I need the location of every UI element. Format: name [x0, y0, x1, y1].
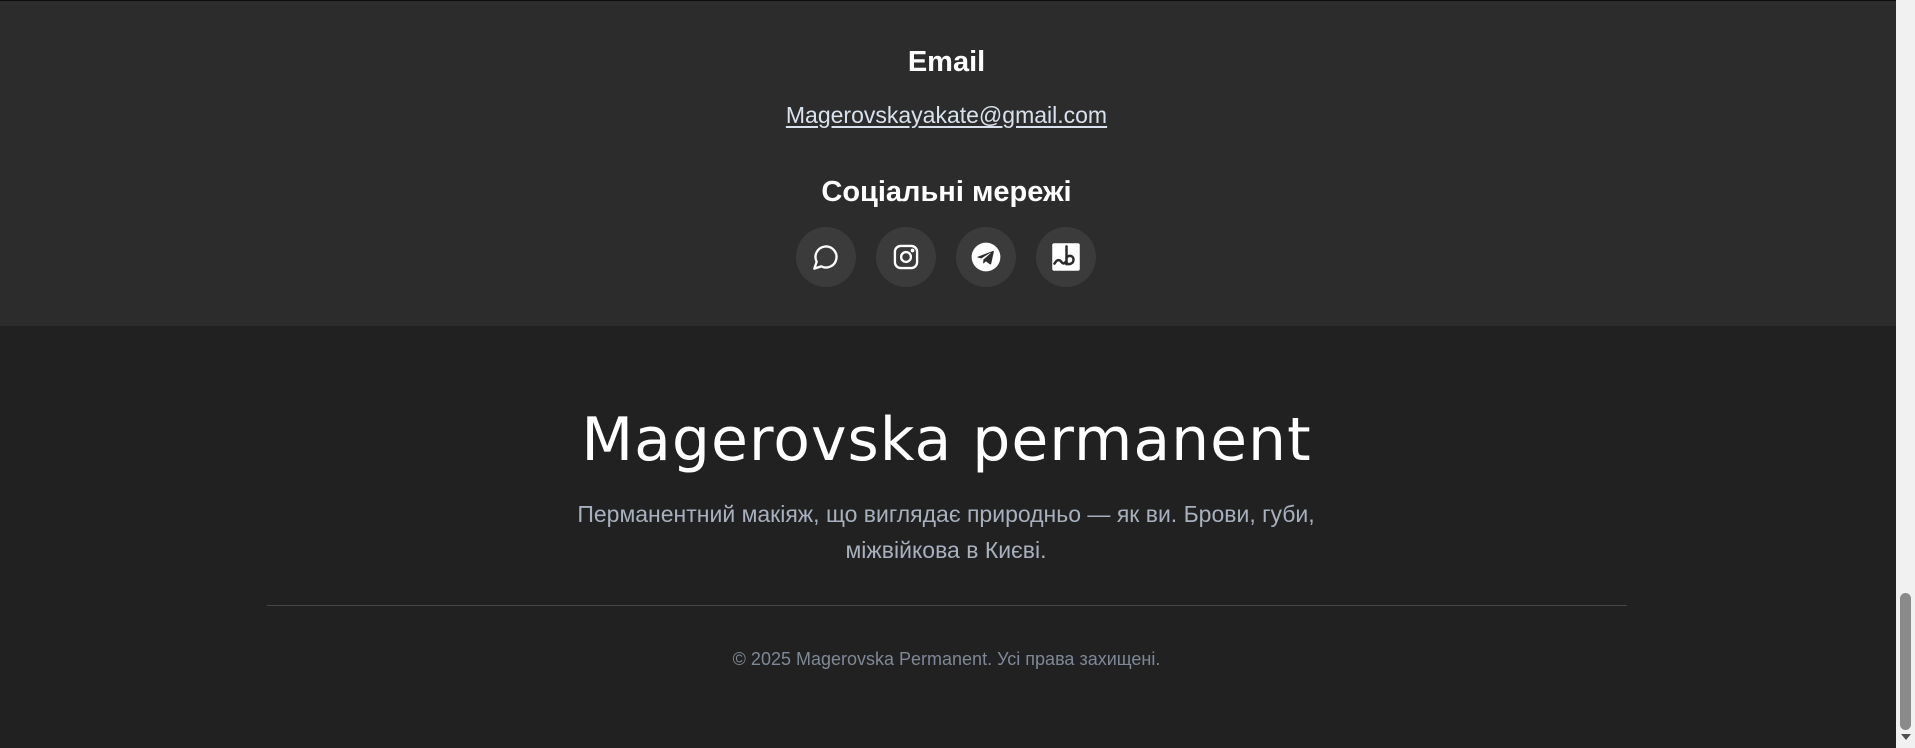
instagram-icon — [892, 243, 920, 271]
footer-brand-title: Magerovska permanent — [581, 405, 1312, 475]
social-heading: Соціальні мережі — [821, 176, 1072, 208]
email-link[interactable]: Magerovskayakate@gmail.com — [786, 102, 1107, 128]
email-link-wrapper: Magerovskayakate@gmail.com — [0, 101, 1893, 133]
booking-icon — [1051, 242, 1081, 272]
scroll-down-arrow-icon[interactable] — [1901, 734, 1911, 740]
footer-description: Перманентний макіяж, що виглядає природн… — [577, 501, 1315, 563]
contact-section: Email Magerovskayakate@gmail.com Соціаль… — [0, 1, 1896, 326]
copyright-text: © 2025 Magerovska Permanent. Усі права з… — [732, 649, 1161, 669]
chat-social-button[interactable] — [796, 227, 856, 287]
email-heading: Email — [907, 46, 986, 78]
footer-divider — [267, 605, 1627, 606]
social-links — [796, 227, 1098, 287]
telegram-icon — [971, 242, 1001, 272]
booking-social-button[interactable] — [1036, 227, 1096, 287]
scrollbar-thumb[interactable] — [1900, 593, 1911, 730]
instagram-social-button[interactable] — [876, 227, 936, 287]
telegram-social-button[interactable] — [956, 227, 1016, 287]
chat-bubble-icon — [812, 243, 840, 271]
vertical-scrollbar[interactable] — [1896, 0, 1915, 748]
page: Email Magerovskayakate@gmail.com Соціаль… — [0, 0, 1915, 748]
